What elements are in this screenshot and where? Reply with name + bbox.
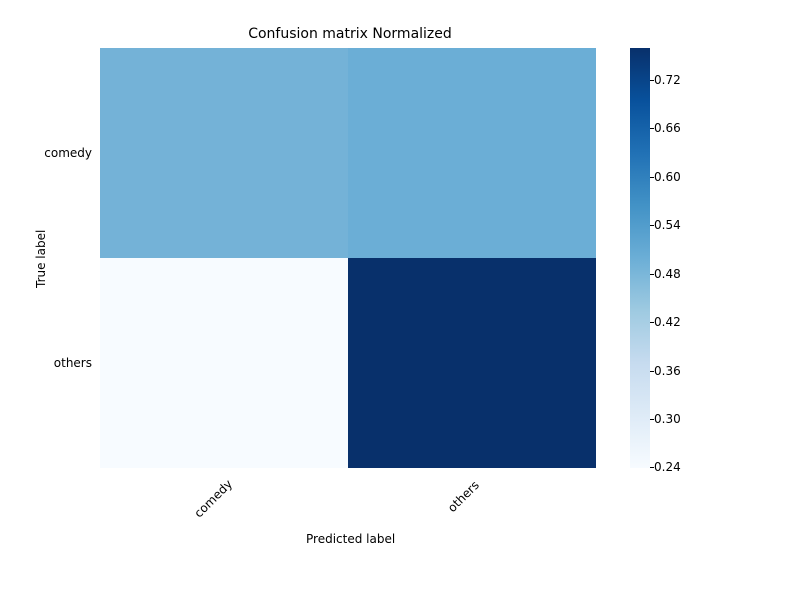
cbar-tick-2: 0.36 bbox=[654, 364, 681, 378]
cbar-tick-6: 0.60 bbox=[654, 170, 681, 184]
ytick-others: others bbox=[54, 356, 92, 370]
figure: Confusion matrix Normalized comedy other… bbox=[0, 0, 800, 600]
xtick-others: others bbox=[441, 478, 482, 519]
cell-others-others bbox=[348, 258, 596, 468]
cell-others-comedy bbox=[100, 258, 348, 468]
cbar-tick-3: 0.42 bbox=[654, 315, 681, 329]
cbar-tick-1: 0.30 bbox=[654, 412, 681, 426]
colorbar-gradient bbox=[630, 48, 650, 468]
cbar-tick-8: 0.72 bbox=[654, 73, 681, 87]
cbar-tick-5: 0.54 bbox=[654, 218, 681, 232]
cbar-tick-4: 0.48 bbox=[654, 267, 681, 281]
heatmap-grid bbox=[100, 48, 596, 468]
xtick-comedy: comedy bbox=[191, 478, 233, 520]
ytick-comedy: comedy bbox=[44, 146, 92, 160]
x-axis-label: Predicted label bbox=[306, 532, 395, 546]
colorbar: 0.24 0.30 0.36 0.42 0.48 0.54 0.60 0.66 … bbox=[630, 48, 650, 468]
y-axis-label: True label bbox=[34, 230, 48, 288]
chart-title: Confusion matrix Normalized bbox=[0, 26, 700, 42]
heatmap-axes bbox=[100, 48, 596, 468]
cbar-tick-0: 0.24 bbox=[654, 460, 681, 474]
cell-comedy-comedy bbox=[100, 48, 348, 258]
cell-comedy-others bbox=[348, 48, 596, 258]
cbar-tick-7: 0.66 bbox=[654, 121, 681, 135]
